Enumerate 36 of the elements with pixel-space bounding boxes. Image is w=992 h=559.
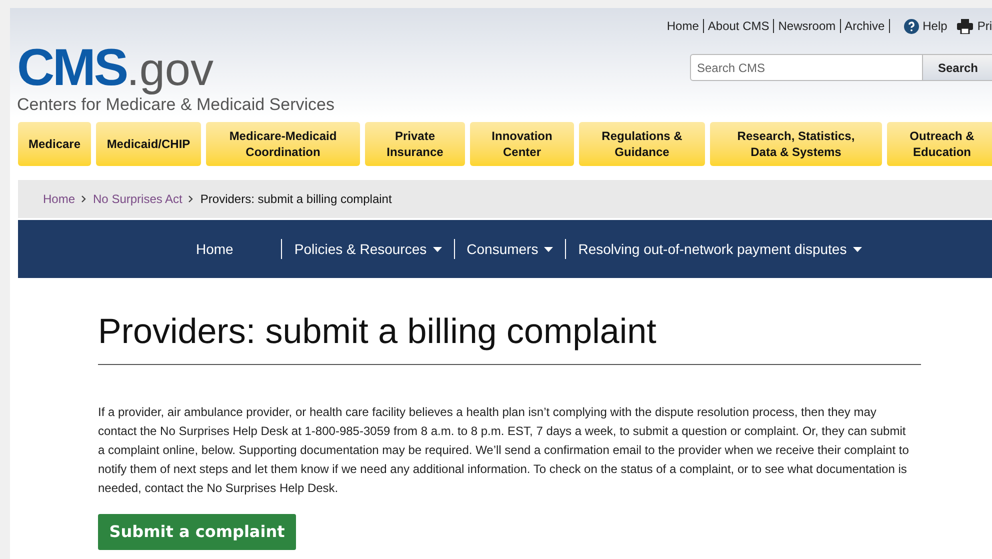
main-nav-tab[interactable]: Medicare	[18, 122, 91, 166]
caret-icon	[544, 246, 554, 252]
section-nav-item[interactable]: Home	[186, 238, 244, 260]
main-nav-tab[interactable]: Private Insurance	[365, 122, 465, 166]
breadcrumb-link[interactable]: No Surprises Act	[93, 190, 182, 208]
logo-suffix: .gov	[126, 46, 214, 92]
utility-link[interactable]: Archive	[840, 17, 889, 35]
utility-link[interactable]: Home	[662, 17, 703, 35]
breadcrumb-current: Providers: submit a billing complaint	[200, 191, 392, 208]
submit-complaint-button[interactable]: Submit a complaint	[98, 514, 296, 550]
page-title: Providers: submit a billing complaint	[98, 312, 658, 352]
caret-icon	[432, 246, 442, 252]
main-nav-tab[interactable]: Medicaid/CHIP	[96, 122, 201, 166]
main-nav-tab[interactable]: Regulations & Guidance	[579, 122, 705, 166]
breadcrumb-link[interactable]: Home	[43, 190, 76, 208]
caret-icon	[852, 246, 862, 252]
logo-text: CMS	[17, 42, 127, 94]
search-field[interactable]: Search CMS	[690, 54, 923, 81]
chevron-icon	[81, 195, 88, 203]
help-icon	[904, 18, 919, 34]
search-button[interactable]: Search	[922, 54, 992, 81]
chevron-icon	[188, 195, 194, 203]
section-nav-item[interactable]: Consumers	[454, 238, 566, 260]
body-paragraph: If a provider, air ambulance provider, or health care facility believes a health plan isn’t complying with the dispute resolution process, then they may contact the No Surprises Help Desk at 1-800-985-3059 from 8 a.m. to 8 p.m. EST, 7 days a week, to submit a question or complaint. Or, they can submit a complaint online, below. Supporting documentation may be required. We’ll send a confirmation email to the provider when we receive their complaint to notify them of next steps and let them know if we need any additional information. To check on the status of a complaint, or to see what documentation is needed, contact the No Surprises Help Desk.	[98, 404, 910, 497]
print-link[interactable]: Pri	[977, 17, 992, 35]
main-nav-tab[interactable]: Outreach & Education	[887, 122, 992, 166]
utility-link[interactable]: Newsroom	[774, 17, 840, 35]
utility-link[interactable]: About CMS	[704, 17, 774, 35]
logo-subtitle: Centers for Medicare & Medicaid Services	[17, 94, 334, 116]
main-nav-tab[interactable]: Innovation Center	[470, 122, 574, 166]
help-link[interactable]: Help	[922, 17, 948, 35]
main-nav-tab[interactable]: Research, Statistics, Data & Systems	[710, 122, 882, 166]
section-nav-item[interactable]: Resolving out-of-network payment disputes	[566, 238, 874, 260]
section-nav-item[interactable]: Policies & Resources	[282, 238, 454, 260]
main-nav-tab[interactable]: Medicare-Medicaid Coordination	[206, 122, 360, 166]
printer-icon	[957, 18, 974, 34]
